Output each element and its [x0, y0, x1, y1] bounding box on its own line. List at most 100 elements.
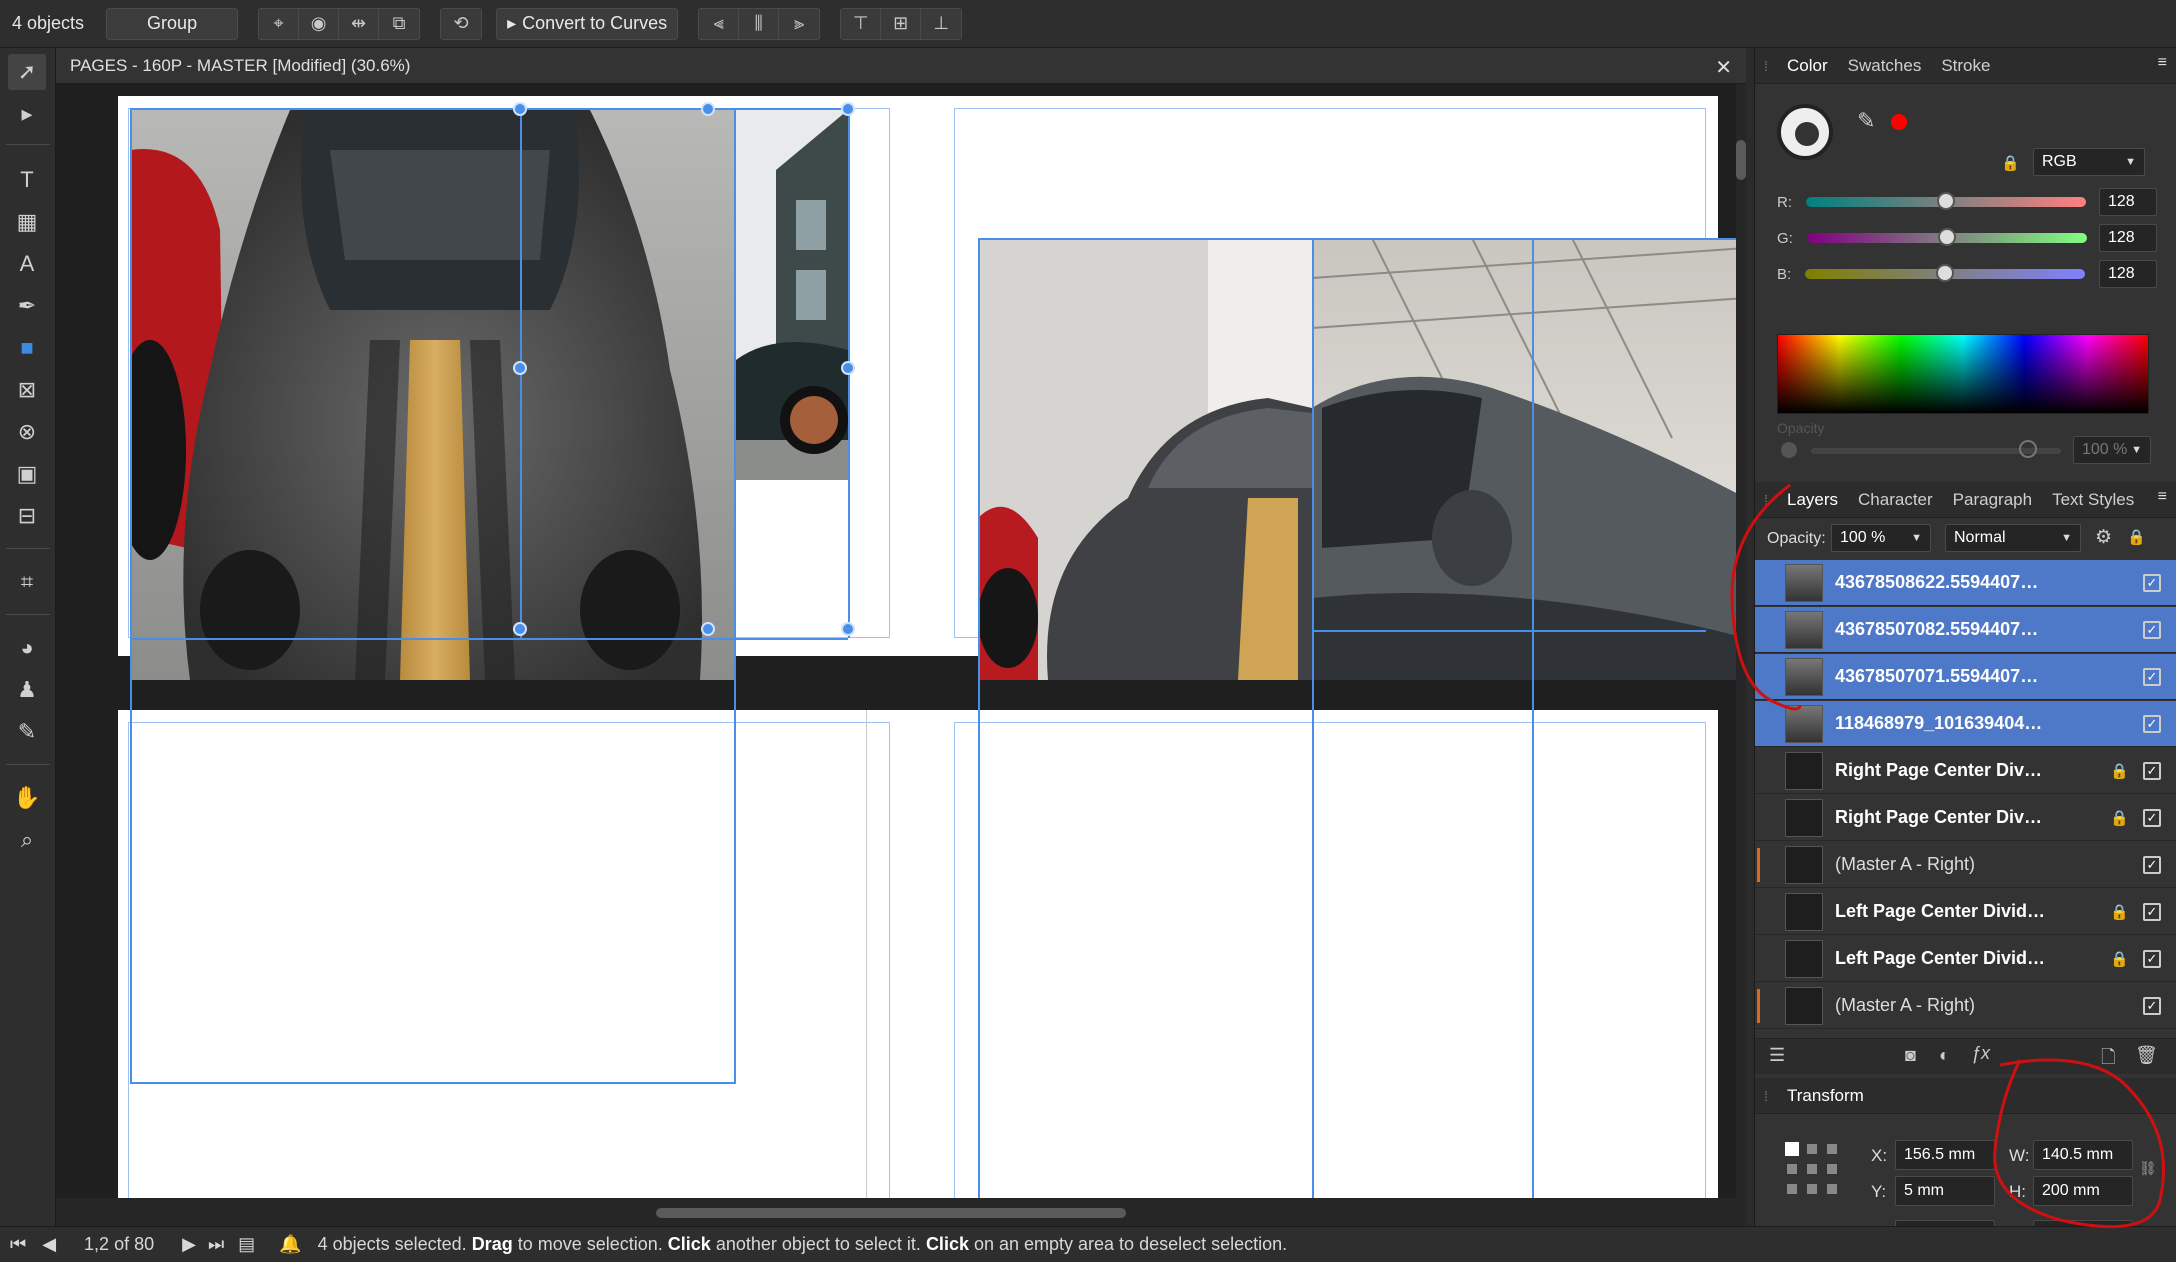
panel-grip-icon[interactable]: ⁞ — [1755, 58, 1777, 74]
visibility-checkbox[interactable]: ✓ — [2143, 949, 2161, 968]
resize-handle[interactable] — [513, 622, 527, 636]
tab-transform[interactable]: Transform — [1777, 1086, 1874, 1106]
panel-grip-icon[interactable]: ⁞ — [1755, 1088, 1777, 1104]
lock-icon[interactable]: 🔒 — [2110, 950, 2129, 968]
bell-icon[interactable]: 🔔 — [279, 1234, 301, 1255]
ellipse-frame-tool-icon[interactable]: ⊗ — [8, 414, 46, 450]
x-field[interactable]: 156.5 mm — [1895, 1140, 1995, 1170]
flip-horizontal-icon[interactable]: ⇹ — [339, 8, 380, 39]
visibility-checkbox[interactable]: ✓ — [2143, 573, 2161, 592]
crosshair-icon[interactable]: ⌖ — [259, 8, 300, 39]
page-panel-icon[interactable]: ▤ — [238, 1234, 255, 1255]
next-page-icon[interactable]: ▶ — [182, 1234, 196, 1255]
crop-tool-icon[interactable]: ⌗ — [8, 564, 46, 600]
tab-stroke[interactable]: Stroke — [1931, 56, 2000, 76]
hand-tool-icon[interactable]: ✋ — [8, 780, 46, 816]
opacity-slider-knob[interactable] — [2019, 440, 2037, 458]
close-document-icon[interactable]: ✕ — [1715, 55, 1732, 80]
document-tab[interactable]: PAGES - 160P - MASTER [Modified] (30.6%)… — [56, 48, 1746, 84]
blue-slider[interactable] — [1805, 264, 2086, 282]
visibility-checkbox[interactable]: ✓ — [2143, 667, 2161, 686]
layer-row[interactable]: 43678508622.559440737.IM... ✓ — [1755, 560, 2176, 606]
group-button[interactable]: Group — [106, 7, 239, 40]
red-value[interactable]: 128 — [2099, 188, 2157, 216]
align-right-icon[interactable]: ⫸ — [779, 9, 819, 39]
layer-row[interactable]: Left Page Center Divider... 🔒 ✓ — [1755, 889, 2176, 935]
tab-text-styles[interactable]: Text Styles — [2042, 490, 2144, 510]
tab-color[interactable]: Color — [1777, 56, 1838, 76]
gear-icon[interactable]: ⚙ — [2095, 526, 2112, 549]
color-picker-tool-icon[interactable]: ✎ — [8, 714, 46, 750]
red-slider-knob[interactable] — [1937, 192, 1955, 210]
node-tool-icon[interactable]: ▸ — [8, 96, 46, 132]
panel-menu-icon[interactable]: ≡ — [2158, 488, 2167, 506]
tab-paragraph[interactable]: Paragraph — [1943, 490, 2042, 510]
frame-text-tool-icon[interactable]: T — [8, 162, 46, 198]
h-field[interactable]: 200 mm — [2033, 1176, 2133, 1206]
lock-icon[interactable]: 🔒 — [2110, 903, 2129, 921]
layer-row[interactable]: 43678507071.559440737.IM... ✓ — [1755, 654, 2176, 700]
layer-row[interactable]: 43678507082.559440737.IM... ✓ — [1755, 607, 2176, 653]
layer-row[interactable]: 118468979_1016394042245... ✓ — [1755, 701, 2176, 747]
blend-mode-select[interactable]: Normal ▼ — [1945, 524, 2081, 552]
document-canvas[interactable] — [56, 84, 1746, 1198]
color-opacity-field[interactable]: 100 % ▼ — [2073, 436, 2151, 464]
transform-origin-icon[interactable]: ⧉ — [379, 9, 419, 39]
vertical-scroll-thumb[interactable] — [1736, 140, 1746, 180]
building-photo[interactable] — [736, 110, 848, 480]
link-icon[interactable]: ⛓ — [2139, 1160, 2157, 1177]
horizontal-scrollbar[interactable] — [56, 1198, 1746, 1226]
transparency-tool-icon[interactable]: ♟ — [8, 672, 46, 708]
layer-opacity-field[interactable]: 100 % ▼ — [1831, 524, 1931, 552]
color-spectrum[interactable] — [1777, 334, 2149, 414]
panel-grip-icon[interactable]: ⁞ — [1755, 492, 1777, 508]
prev-page-icon[interactable]: ◀ — [42, 1234, 56, 1255]
resize-handle[interactable] — [701, 622, 715, 636]
artistic-text-tool-icon[interactable]: A — [8, 246, 46, 282]
adjustment-icon[interactable]: ◐ — [1939, 1045, 1950, 1066]
tab-character[interactable]: Character — [1848, 490, 1943, 510]
visibility-checkbox[interactable]: ✓ — [2143, 714, 2161, 733]
blue-value[interactable]: 128 — [2099, 260, 2157, 288]
vertical-scrollbar[interactable] — [1736, 84, 1746, 1198]
mask-icon[interactable]: ◙ — [1905, 1045, 1916, 1066]
color-model-select[interactable]: RGB ▼ — [2033, 148, 2145, 176]
visibility-checkbox[interactable]: ✓ — [2143, 996, 2161, 1015]
resize-handle[interactable] — [841, 361, 855, 375]
red-slider[interactable] — [1806, 192, 2086, 210]
picture-frame-tool-icon[interactable]: ⊠ — [8, 372, 46, 408]
place-image-tool-icon[interactable]: ▣ — [8, 456, 46, 492]
align-left-icon[interactable]: ⫷ — [699, 8, 740, 39]
layer-row[interactable]: Right Page Center Divid... 🔒 ✓ — [1755, 748, 2176, 794]
first-page-icon[interactable]: ⏮ — [10, 1234, 26, 1255]
blue-slider-knob[interactable] — [1936, 264, 1955, 282]
zoom-tool-icon[interactable]: ⌕ — [8, 822, 46, 858]
green-slider-knob[interactable] — [1937, 228, 1956, 246]
align-middle-icon[interactable]: ⊞ — [881, 8, 922, 39]
green-slider[interactable] — [1806, 228, 2087, 246]
lock-icon[interactable]: 🔒 — [2110, 809, 2129, 827]
align-top-icon[interactable]: ⊤ — [841, 8, 882, 39]
layer-row[interactable]: (Master A - Right) ✓ — [1755, 983, 2176, 1029]
layer-row[interactable]: (Master A - Right) ✓ — [1755, 842, 2176, 888]
eyedropper-icon[interactable]: ✎ — [1857, 108, 1875, 134]
fill-tool-icon[interactable]: ◕ — [8, 630, 46, 666]
resize-handle[interactable] — [513, 361, 527, 375]
rotate-icon[interactable]: ⟲ — [441, 9, 481, 39]
align-center-icon[interactable]: ⫼ — [739, 8, 780, 39]
fill-stroke-swatch-icon[interactable] — [1777, 104, 1833, 160]
green-value[interactable]: 128 — [2099, 224, 2157, 252]
y-field[interactable]: 5 mm — [1895, 1176, 1995, 1206]
pen-tool-icon[interactable]: ✒ — [8, 288, 46, 324]
tab-swatches[interactable]: Swatches — [1838, 56, 1932, 76]
trash-icon[interactable]: 🗑 — [2135, 1045, 2158, 1066]
visibility-checkbox[interactable]: ✓ — [2143, 902, 2161, 921]
rectangle-tool-icon[interactable]: ■ — [8, 330, 46, 366]
tab-layers[interactable]: Layers — [1777, 490, 1848, 510]
w-field[interactable]: 140.5 mm — [2033, 1140, 2133, 1170]
lock-icon[interactable]: 🔒 — [2110, 762, 2129, 780]
eye-icon[interactable]: ◉ — [299, 8, 340, 39]
visibility-checkbox[interactable]: ✓ — [2143, 808, 2161, 827]
visibility-checkbox[interactable]: ✓ — [2143, 761, 2161, 780]
visibility-checkbox[interactable]: ✓ — [2143, 620, 2161, 639]
